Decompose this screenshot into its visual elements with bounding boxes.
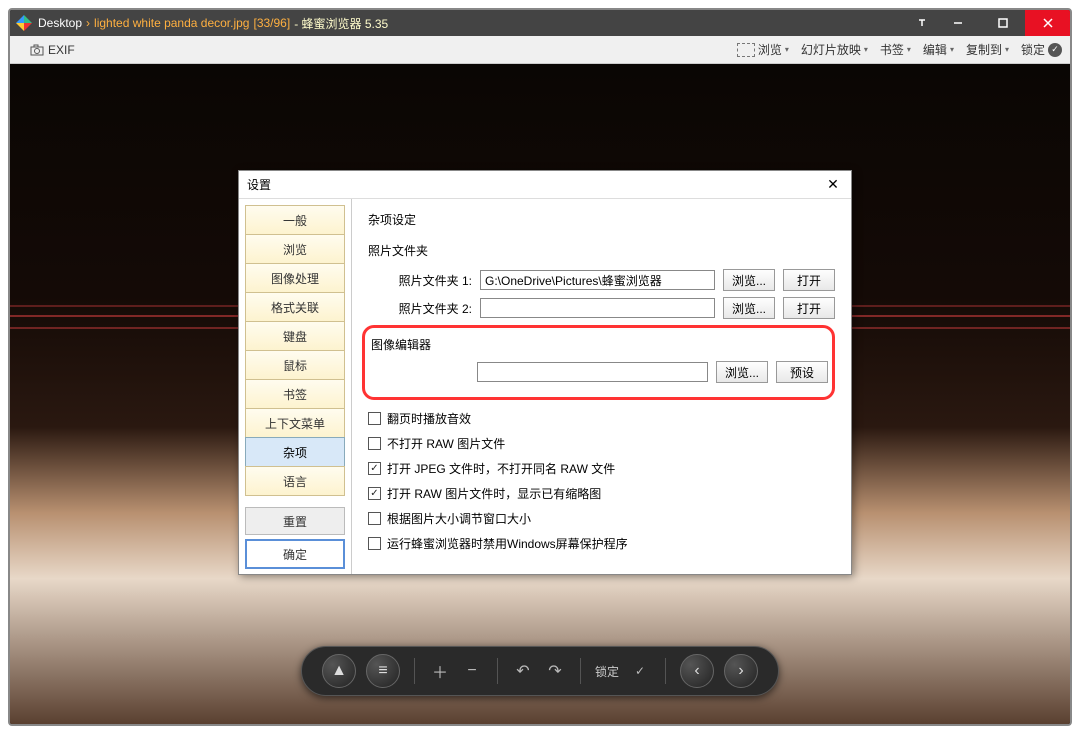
menu-lock[interactable]: 锁定✓ bbox=[1021, 41, 1062, 58]
camera-icon bbox=[30, 44, 44, 56]
editor-highlight: 图像编辑器 浏览... 预设 bbox=[362, 325, 835, 400]
tab-browse[interactable]: 浏览 bbox=[245, 234, 345, 264]
check-no-raw[interactable]: 不打开 RAW 图片文件 bbox=[368, 435, 835, 452]
editor-input[interactable] bbox=[477, 362, 708, 382]
chevron-down-icon: ▾ bbox=[864, 45, 868, 54]
tab-context-menu[interactable]: 上下文菜单 bbox=[245, 408, 345, 438]
tab-image-processing[interactable]: 图像处理 bbox=[245, 263, 345, 293]
lock-check-button[interactable]: ✓ bbox=[629, 660, 651, 682]
titlebar: Desktop › lighted white panda decor.jpg … bbox=[10, 10, 1070, 36]
tab-keyboard[interactable]: 键盘 bbox=[245, 321, 345, 351]
breadcrumb-file: lighted white panda decor.jpg bbox=[94, 16, 249, 30]
browse-mode-icon bbox=[737, 43, 755, 57]
rotate-right-button[interactable]: ↷ bbox=[544, 660, 566, 682]
folder2-row: 照片文件夹 2: 浏览... 打开 bbox=[368, 297, 835, 319]
check-circle-icon: ✓ bbox=[635, 664, 645, 678]
folder2-open-button[interactable]: 打开 bbox=[783, 297, 835, 319]
tab-general[interactable]: 一般 bbox=[245, 205, 345, 235]
settings-dialog: 设置 ✕ 一般 浏览 图像处理 格式关联 键盘 鼠标 书签 上下文菜单 杂项 语… bbox=[238, 170, 852, 575]
folder1-input[interactable] bbox=[480, 270, 715, 290]
folder1-browse-button[interactable]: 浏览... bbox=[723, 269, 775, 291]
check-screensaver[interactable]: 运行蜂蜜浏览器时禁用Windows屏幕保护程序 bbox=[368, 535, 835, 552]
menu-slideshow[interactable]: 幻灯片放映▾ bbox=[801, 41, 868, 58]
check-resize-window[interactable]: 根据图片大小调节窗口大小 bbox=[368, 510, 835, 527]
app-window: Desktop › lighted white panda decor.jpg … bbox=[8, 8, 1072, 726]
breadcrumb-sep-icon: › bbox=[86, 16, 90, 30]
folder2-browse-button[interactable]: 浏览... bbox=[723, 297, 775, 319]
menu-edit[interactable]: 编辑▾ bbox=[923, 41, 954, 58]
folder2-label: 照片文件夹 2: bbox=[394, 300, 472, 317]
folder2-input[interactable] bbox=[480, 298, 715, 318]
tab-bookmarks[interactable]: 书签 bbox=[245, 379, 345, 409]
pin-button[interactable] bbox=[909, 10, 935, 36]
checkbox-icon bbox=[368, 437, 381, 450]
breadcrumb-location: Desktop bbox=[38, 16, 82, 30]
check-circle-icon: ✓ bbox=[1048, 43, 1062, 57]
chevron-down-icon: ▾ bbox=[1005, 45, 1009, 54]
close-button[interactable] bbox=[1025, 10, 1070, 36]
editor-preset-button[interactable]: 预设 bbox=[776, 361, 828, 383]
editor-browse-button[interactable]: 浏览... bbox=[716, 361, 768, 383]
reset-button[interactable]: 重置 bbox=[245, 507, 345, 535]
list-button[interactable]: ≡ bbox=[366, 654, 400, 688]
next-button[interactable]: › bbox=[724, 654, 758, 688]
tab-file-assoc[interactable]: 格式关联 bbox=[245, 292, 345, 322]
check-jpeg-raw[interactable]: 打开 JPEG 文件时，不打开同名 RAW 文件 bbox=[368, 460, 835, 477]
maximize-button[interactable] bbox=[980, 10, 1025, 36]
chevron-down-icon: ▾ bbox=[907, 45, 911, 54]
chevron-down-icon: ▾ bbox=[950, 45, 954, 54]
check-raw-thumb[interactable]: 打开 RAW 图片文件时，显示已有缩略图 bbox=[368, 485, 835, 502]
tab-mouse[interactable]: 鼠标 bbox=[245, 350, 345, 380]
eject-button[interactable]: ▲ bbox=[322, 654, 356, 688]
check-sound[interactable]: 翻页时播放音效 bbox=[368, 410, 835, 427]
photos-folder-label: 照片文件夹 bbox=[368, 242, 835, 259]
tab-misc[interactable]: 杂项 bbox=[245, 437, 345, 467]
exif-button[interactable]: EXIF bbox=[30, 43, 75, 57]
chevron-down-icon: ▾ bbox=[785, 45, 789, 54]
menubar: EXIF 浏览▾ 幻灯片放映▾ 书签▾ 编辑▾ 复制到▾ 锁定✓ bbox=[10, 36, 1070, 64]
minimize-button[interactable] bbox=[935, 10, 980, 36]
bottom-toolbar: ▲ ≡ ＋ − ↶ ↷ 锁定 ✓ ‹ › bbox=[301, 646, 779, 696]
checkbox-checked-icon bbox=[368, 487, 381, 500]
checkbox-icon bbox=[368, 512, 381, 525]
app-logo-icon bbox=[16, 15, 32, 31]
rotate-left-button[interactable]: ↶ bbox=[512, 660, 534, 682]
folder1-label: 照片文件夹 1: bbox=[394, 272, 472, 289]
folder1-open-button[interactable]: 打开 bbox=[783, 269, 835, 291]
app-title: - 蜂蜜浏览器 5.35 bbox=[294, 15, 388, 32]
dialog-title: 设置 bbox=[247, 176, 823, 193]
image-counter: [33/96] bbox=[253, 16, 290, 30]
lock-label: 锁定 bbox=[595, 663, 619, 680]
zoom-out-button[interactable]: − bbox=[461, 660, 483, 682]
menu-copyto[interactable]: 复制到▾ bbox=[966, 41, 1009, 58]
menu-bookmarks[interactable]: 书签▾ bbox=[880, 41, 911, 58]
editor-row: 浏览... 预设 bbox=[365, 361, 828, 383]
settings-content: 杂项设定 照片文件夹 照片文件夹 1: 浏览... 打开 照片文件夹 2: 浏览… bbox=[351, 199, 851, 574]
dialog-titlebar: 设置 ✕ bbox=[239, 171, 851, 199]
zoom-in-button[interactable]: ＋ bbox=[429, 660, 451, 682]
prev-button[interactable]: ‹ bbox=[680, 654, 714, 688]
dialog-close-button[interactable]: ✕ bbox=[823, 175, 843, 195]
ok-button[interactable]: 确定 bbox=[245, 539, 345, 569]
checkbox-icon bbox=[368, 412, 381, 425]
editor-label: 图像编辑器 bbox=[371, 336, 828, 353]
section-title: 杂项设定 bbox=[368, 211, 835, 228]
checkbox-icon bbox=[368, 537, 381, 550]
tab-language[interactable]: 语言 bbox=[245, 466, 345, 496]
folder1-row: 照片文件夹 1: 浏览... 打开 bbox=[368, 269, 835, 291]
menu-browse[interactable]: 浏览▾ bbox=[737, 41, 789, 58]
settings-sidebar: 一般 浏览 图像处理 格式关联 键盘 鼠标 书签 上下文菜单 杂项 语言 重置 … bbox=[239, 199, 351, 574]
checkbox-checked-icon bbox=[368, 462, 381, 475]
